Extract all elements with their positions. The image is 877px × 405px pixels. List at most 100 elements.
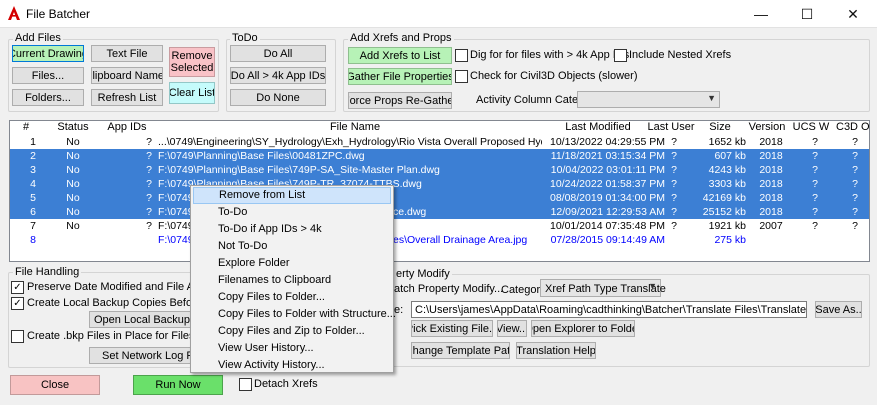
menu-item-not-todo[interactable]: Not To-Do [193,238,391,255]
open-explorer-button[interactable]: Open Explorer to Folder [531,320,635,337]
gather-props-button[interactable]: Gather File Properties [348,68,452,85]
do-none-button[interactable]: Do None [230,89,326,106]
activity-category-select[interactable]: ▼ [577,91,720,108]
dig-files-checkbox[interactable] [455,49,468,62]
table-row[interactable]: 6 No ? F:\0749\Er ce.dwg 12/09/2021 12:2… [10,205,869,219]
save-as-button[interactable]: Save As.. [815,301,862,318]
row-last-user: ? [671,220,677,232]
remove-selected-button[interactable]: Remove Selected [169,47,215,77]
row-version: 2018 [759,150,783,162]
row-status: No [66,178,80,190]
menu-item-todo[interactable]: To-Do [193,204,391,221]
menu-item-remove-from-list[interactable]: Remove from List [193,187,391,204]
menu-item-view-user-history[interactable]: View User History... [193,340,391,357]
file-handling-label: File Handling [13,266,82,278]
row-size: 25152 kb [702,206,746,218]
column-header-last-modified[interactable]: Last Modified [554,121,642,135]
translation-help-button[interactable]: Translation Help [516,342,596,359]
category-label: Category [501,284,546,296]
column-header-ucs[interactable]: UCS W [792,121,830,135]
table-row[interactable]: 2 No ? F:\0749\Planning\Base Files\00481… [10,149,869,163]
menu-item-copy-files-with-structure[interactable]: Copy Files to Folder with Structure... [193,306,396,323]
row-version: 2007 [759,220,783,232]
xrefs-props-label: Add Xrefs and Props [348,32,454,44]
menu-item-filenames-to-clipboard[interactable]: Filenames to Clipboard [193,272,391,289]
files-button[interactable]: Files... [12,67,84,84]
row-last-modified: 10/04/2022 03:01:11 PM [550,164,665,176]
row-ucs: ? [812,178,818,190]
row-c3d: ? [852,220,858,232]
column-header-version[interactable]: Version [745,121,789,135]
maximize-button[interactable]: ☐ [784,0,830,28]
row-index: 5 [30,192,36,204]
detach-xrefs-checkbox[interactable] [239,378,252,391]
include-nested-checkbox[interactable] [614,49,627,62]
menu-item-view-activity-history[interactable]: View Activity History... [193,357,391,374]
table-row[interactable]: 3 No ? F:\0749\Planning\Base Files\749P-… [10,163,869,177]
template-path-input[interactable]: C:\Users\james\AppData\Roaming\cadthinki… [411,301,807,318]
row-last-modified: 08/08/2019 01:34:00 PM [549,192,665,204]
window-title: File Batcher [26,7,91,21]
row-status: No [66,164,80,176]
row-ucs: ? [812,164,818,176]
row-index: 8 [30,234,36,246]
clipboard-names-button[interactable]: Clipboard Names [91,67,163,84]
row-ucs [795,233,835,247]
text-file-button[interactable]: Text File [91,45,163,62]
column-header-index[interactable]: # [21,121,31,135]
current-drawing-button[interactable]: Current Drawing [12,45,84,62]
menu-item-copy-files-and-zip[interactable]: Copy Files and Zip to Folder... [193,323,391,340]
category-select[interactable]: Xref Path Type Translate ▼ [540,279,666,297]
row-version: 2018 [759,192,783,204]
menu-item-todo-if-4k[interactable]: To-Do if App IDs > 4k [193,221,391,238]
row-size: 42169 kb [702,192,746,204]
run-now-button[interactable]: Run Now [133,375,223,395]
open-backup-folder-button[interactable]: Open Local Backup Folde [89,311,199,328]
include-nested-label: Include Nested Xrefs [629,49,732,61]
preserve-date-checkbox[interactable]: ✓ [11,281,24,294]
row-ucs: ? [812,206,818,218]
minimize-button[interactable]: — [738,0,784,28]
close-window-button[interactable]: ✕ [830,0,876,28]
add-xrefs-button[interactable]: Add Xrefs to List [348,47,452,64]
row-status [50,233,96,247]
row-version: 2018 [759,206,783,218]
column-header-status[interactable]: Status [50,121,96,135]
check-civil3d-checkbox[interactable] [455,70,468,83]
table-row[interactable]: 8 F:\0749\Pl es\Overall Drainage Area.jp… [10,233,869,247]
force-props-button[interactable]: Force Props Re-Gather [348,92,452,109]
todo-label: ToDo [230,32,260,44]
column-header-last-user[interactable]: Last User [645,121,697,135]
set-network-log-button[interactable]: Set Network Log Path... [89,347,199,364]
dig-files-label: Dig for for files with > 4k App IDs [470,49,630,61]
row-index: 4 [30,178,36,190]
table-row[interactable]: 7 No ? F:\0749\Pl 10/01/2014 07:35:48 PM… [10,219,869,233]
table-row[interactable]: 5 No ? F:\0749\Pl 08/08/2019 01:34:00 PM… [10,191,869,205]
create-backup-checkbox[interactable]: ✓ [11,297,24,310]
pick-existing-file-button[interactable]: Pick Existing File... [411,320,493,337]
row-app-ids: ? [146,192,152,204]
folders-button[interactable]: Folders... [12,89,84,106]
change-template-path-button[interactable]: Change Template Path [411,342,510,359]
create-bkp-checkbox[interactable] [11,330,24,343]
row-file-name: F:\0749\Planning\Base Files\749P-SA_Site… [158,164,440,176]
menu-item-copy-files-to-folder[interactable]: Copy Files to Folder... [193,289,391,306]
table-row[interactable]: 1 No ? ...\0749\Engineering\SY_Hydrology… [10,135,869,149]
row-c3d: ? [852,150,858,162]
clear-list-button[interactable]: Clear List [169,82,215,104]
view-button[interactable]: View... [497,320,527,337]
column-header-c3d[interactable]: C3D Obj [836,121,869,135]
close-button[interactable]: Close [10,375,100,395]
row-status: No [66,150,80,162]
column-header-app-ids[interactable]: App IDs [102,121,152,135]
row-status: No [66,206,80,218]
table-row[interactable]: 4 No ? F:\0749\Planning\Base Files\749P-… [10,177,869,191]
refresh-list-button[interactable]: Refresh List [91,89,163,106]
do-all-button[interactable]: Do All [230,45,326,62]
file-list-grid[interactable]: # Status App IDs File Name Last Modified… [9,120,870,262]
column-header-size[interactable]: Size [700,121,740,135]
do-all-4k-button[interactable]: Do All > 4k App IDs [230,67,326,84]
column-header-file-name[interactable]: File Name [310,121,400,135]
row-index: 1 [30,136,36,148]
menu-item-explore-folder[interactable]: Explore Folder [193,255,391,272]
